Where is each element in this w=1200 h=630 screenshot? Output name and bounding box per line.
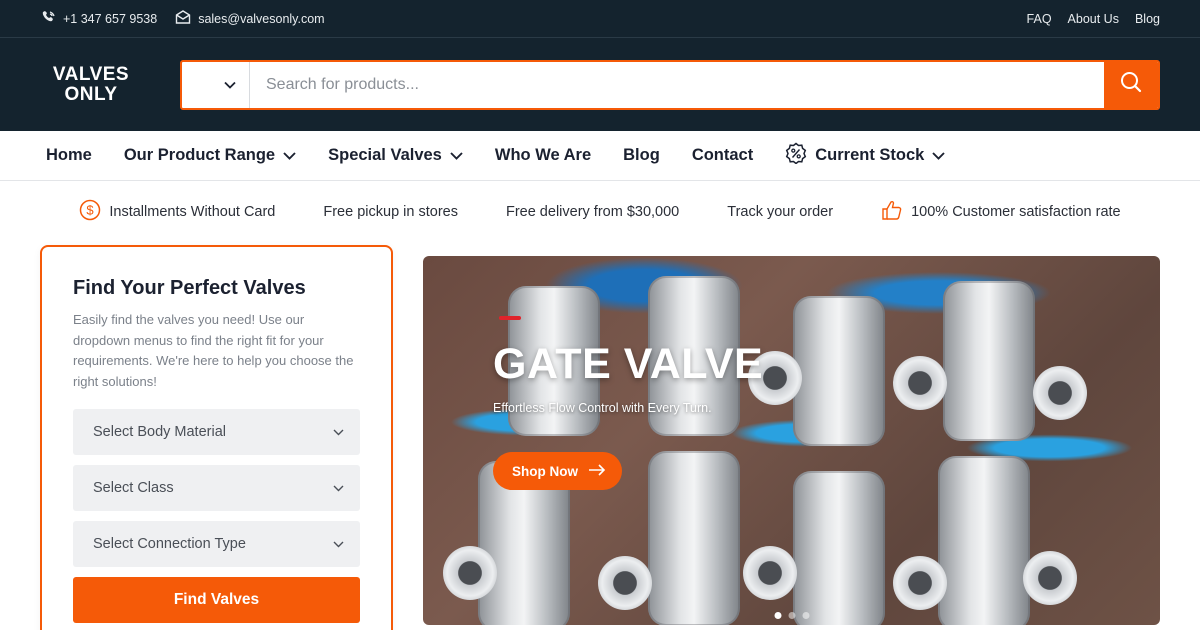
slider-dot-1[interactable] [774, 612, 781, 619]
nav-special-valves-label: Special Valves [328, 146, 442, 164]
email-contact[interactable]: sales@valvesonly.com [175, 10, 325, 27]
hero-content: GATE VALVE Effortless Flow Control with … [493, 316, 763, 490]
feature-track-order[interactable]: Track your order [727, 204, 833, 220]
valve-finder-panel: Find Your Perfect Valves Easily find the… [40, 245, 393, 630]
search-icon [1120, 71, 1142, 98]
search-input[interactable] [250, 61, 1104, 108]
nav-special-valves[interactable]: Special Valves [328, 146, 463, 165]
features-strip: $ Installments Without Card Free pickup … [0, 181, 1200, 243]
phone-number: +1 347 657 9538 [63, 11, 158, 26]
nav-product-range-label: Our Product Range [123, 146, 276, 164]
nav-home-label: Home [46, 146, 92, 164]
slider-dot-2[interactable] [788, 612, 795, 619]
main-navigation: Home Our Product Range Special Valves Wh… [0, 131, 1200, 181]
arrow-right-icon [588, 463, 606, 479]
logo-line-2: ONLY [64, 83, 118, 105]
chevron-down-icon [333, 536, 344, 552]
blog-top-link[interactable]: Blog [1135, 12, 1160, 26]
connection-type-select-label: Select Connection Type [93, 536, 246, 552]
chevron-down-icon [333, 480, 344, 496]
top-bar: +1 347 657 9538 sales@valvesonly.com FAQ… [0, 0, 1200, 38]
chevron-down-icon [223, 76, 236, 94]
nav-who-we-are-label: Who We Are [494, 146, 592, 164]
main-content: Find Your Perfect Valves Easily find the… [0, 243, 1200, 630]
feature-satisfaction-label: 100% Customer satisfaction rate [911, 204, 1121, 220]
nav-current-stock[interactable]: Current Stock [785, 142, 946, 169]
nav-product-range[interactable]: Our Product Range [124, 146, 296, 165]
discount-badge-icon [785, 142, 807, 169]
nav-blog[interactable]: Blog [623, 146, 660, 165]
faq-link[interactable]: FAQ [1027, 12, 1052, 26]
search-button[interactable] [1104, 61, 1158, 108]
hero-title: GATE VALVE [493, 340, 764, 388]
phone-icon [40, 10, 56, 27]
connection-type-select[interactable]: Select Connection Type [73, 521, 360, 567]
nav-contact-label: Contact [691, 146, 754, 164]
chevron-down-icon [450, 146, 463, 165]
finder-description: Easily find the valves you need! Use our… [73, 312, 354, 389]
main-header: VALVES ONLY [0, 38, 1200, 131]
feature-satisfaction: 100% Customer satisfaction rate [881, 199, 1121, 225]
mail-icon [175, 10, 191, 27]
site-logo[interactable]: VALVES ONLY [50, 63, 132, 105]
feature-delivery-label: Free delivery from $30,000 [505, 204, 680, 220]
body-material-select-label: Select Body Material [93, 424, 226, 440]
hero-tagline: Effortless Flow Control with Every Turn. [493, 401, 712, 415]
top-links: FAQ About Us Blog [1027, 12, 1160, 26]
feature-pickup: Free pickup in stores [323, 204, 458, 220]
logo-line-1: VALVES [52, 63, 130, 85]
feature-track-order-label: Track your order [727, 204, 834, 220]
class-select-label: Select Class [93, 480, 174, 496]
chevron-down-icon [333, 424, 344, 440]
nav-blog-label: Blog [623, 146, 660, 164]
slider-dots [774, 612, 809, 619]
svg-text:$: $ [87, 203, 95, 218]
hero-accent-bar [499, 316, 521, 320]
shop-now-button[interactable]: Shop Now [493, 452, 622, 490]
nav-current-stock-label: Current Stock [815, 146, 925, 164]
dollar-icon: $ [79, 199, 101, 225]
class-select[interactable]: Select Class [73, 465, 360, 511]
search-bar [180, 59, 1160, 110]
finder-title: Find Your Perfect Valves [73, 277, 306, 299]
hero-banner: GATE VALVE Effortless Flow Control with … [423, 256, 1160, 625]
category-dropdown[interactable] [182, 61, 250, 108]
feature-installments: $ Installments Without Card [79, 199, 275, 225]
thumbs-up-icon [881, 199, 903, 225]
nav-home[interactable]: Home [46, 146, 92, 165]
shop-now-label: Shop Now [512, 463, 578, 479]
feature-installments-label: Installments Without Card [109, 204, 276, 220]
nav-contact[interactable]: Contact [692, 146, 753, 165]
email-address: sales@valvesonly.com [198, 11, 325, 26]
contact-info: +1 347 657 9538 sales@valvesonly.com [40, 10, 325, 27]
chevron-down-icon [283, 146, 296, 165]
nav-who-we-are[interactable]: Who We Are [495, 146, 591, 165]
phone-contact[interactable]: +1 347 657 9538 [40, 10, 157, 27]
body-material-select[interactable]: Select Body Material [73, 409, 360, 455]
feature-delivery: Free delivery from $30,000 [506, 204, 679, 220]
slider-dot-3[interactable] [802, 612, 809, 619]
find-valves-button[interactable]: Find Valves [73, 577, 360, 623]
feature-pickup-label: Free pickup in stores [323, 204, 458, 220]
chevron-down-icon [932, 146, 946, 165]
about-us-link[interactable]: About Us [1068, 12, 1119, 26]
